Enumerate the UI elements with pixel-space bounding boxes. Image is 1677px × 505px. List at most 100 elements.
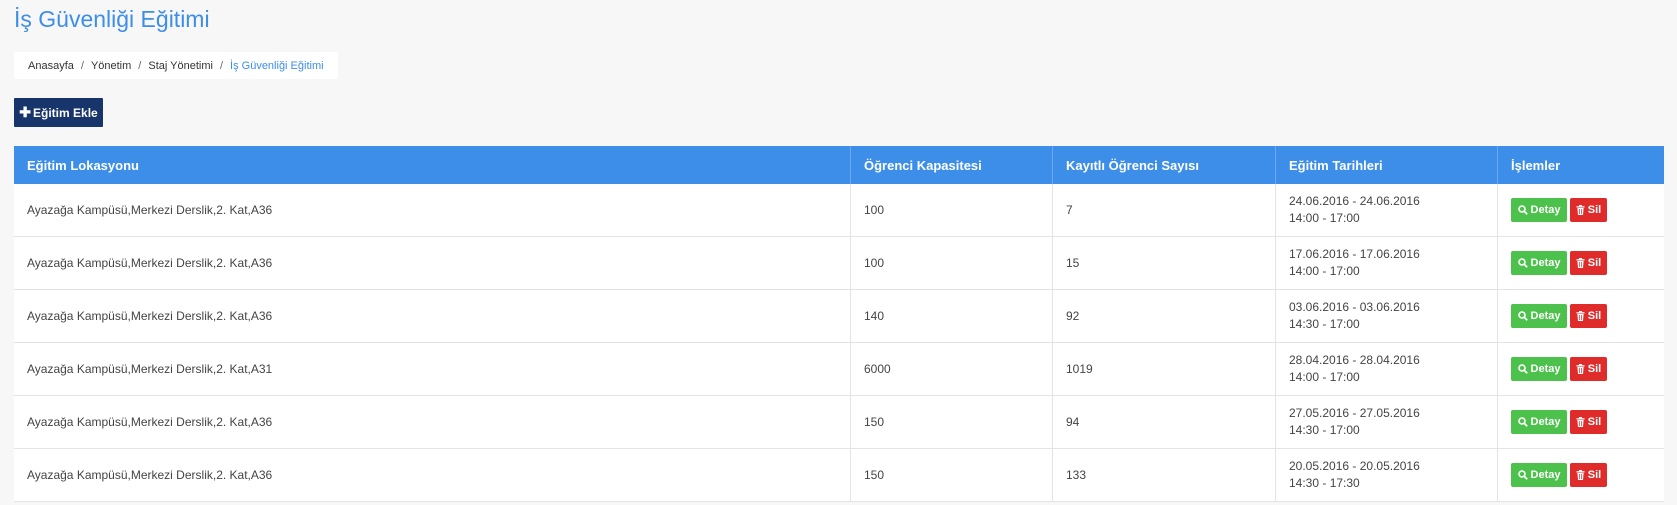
cell-capacity: 140 bbox=[850, 289, 1053, 343]
detail-label: Detay bbox=[1530, 204, 1561, 216]
header-location: Eğitim Lokasyonu bbox=[14, 146, 851, 184]
time-range: 14:00 - 17:00 bbox=[1289, 211, 1360, 225]
trash-icon bbox=[1576, 470, 1585, 480]
trash-icon bbox=[1576, 417, 1585, 427]
date-range: 17.06.2016 - 17.06.2016 bbox=[1289, 247, 1420, 261]
detail-label: Detay bbox=[1530, 416, 1561, 428]
time-range: 14:00 - 17:00 bbox=[1289, 264, 1360, 278]
date-range: 28.04.2016 - 28.04.2016 bbox=[1289, 353, 1420, 367]
trash-icon bbox=[1576, 311, 1585, 321]
detail-label: Detay bbox=[1530, 363, 1561, 375]
delete-button[interactable]: Sil bbox=[1570, 463, 1607, 487]
date-range: 03.06.2016 - 03.06.2016 bbox=[1289, 300, 1420, 314]
cell-registered: 1019 bbox=[1052, 342, 1276, 396]
add-training-label: Eğitim Ekle bbox=[33, 105, 98, 120]
cell-location: Ayazağa Kampüsü,Merkezi Derslik,2. Kat,A… bbox=[14, 236, 851, 290]
cell-capacity: 150 bbox=[850, 448, 1053, 502]
cell-dates: 27.05.2016 - 27.05.2016 14:30 - 17:00 bbox=[1275, 395, 1498, 449]
header-registered: Kayıtlı Öğrenci Sayısı bbox=[1052, 146, 1276, 184]
header-actions: İşlemler bbox=[1497, 146, 1664, 184]
breadcrumb-item-internship-management[interactable]: Staj Yönetimi bbox=[148, 60, 213, 72]
plus-icon: ✚ bbox=[19, 104, 32, 120]
delete-label: Sil bbox=[1587, 469, 1602, 481]
search-icon bbox=[1517, 311, 1528, 321]
cell-dates: 20.05.2016 - 20.05.2016 14:30 - 17:30 bbox=[1275, 448, 1498, 502]
detail-label: Detay bbox=[1530, 257, 1561, 269]
delete-button[interactable]: Sil bbox=[1570, 304, 1607, 328]
cell-actions: Detay Sil bbox=[1497, 395, 1664, 449]
breadcrumb-separator: / bbox=[219, 59, 224, 72]
detail-label: Detay bbox=[1530, 469, 1561, 481]
date-range: 24.06.2016 - 24.06.2016 bbox=[1289, 194, 1420, 208]
table-row: Ayazağa Kampüsü,Merkezi Derslik,2. Kat,A… bbox=[14, 184, 1664, 237]
search-icon bbox=[1517, 205, 1528, 215]
breadcrumb-separator: / bbox=[80, 59, 84, 72]
delete-label: Sil bbox=[1587, 310, 1602, 322]
cell-registered: 15 bbox=[1052, 236, 1276, 290]
cell-actions: Detay Sil bbox=[1497, 184, 1664, 237]
table-row: Ayazağa Kampüsü,Merkezi Derslik,2. Kat,A… bbox=[14, 448, 1664, 502]
cell-registered: 92 bbox=[1052, 289, 1276, 343]
table-row: Ayazağa Kampüsü,Merkezi Derslik,2. Kat,A… bbox=[14, 342, 1664, 396]
cell-actions: Detay Sil bbox=[1497, 448, 1664, 502]
search-icon bbox=[1517, 364, 1528, 374]
delete-button[interactable]: Sil bbox=[1570, 251, 1607, 275]
detail-button[interactable]: Detay bbox=[1511, 463, 1567, 487]
cell-capacity: 100 bbox=[850, 236, 1053, 290]
cell-location: Ayazağa Kampüsü,Merkezi Derslik,2. Kat,A… bbox=[14, 184, 851, 237]
detail-button[interactable]: Detay bbox=[1511, 251, 1567, 275]
detail-button[interactable]: Detay bbox=[1511, 198, 1567, 222]
detail-button[interactable]: Detay bbox=[1511, 304, 1567, 328]
training-table: Eğitim Lokasyonu Öğrenci Kapasitesi Kayı… bbox=[14, 146, 1664, 502]
table-row: Ayazağa Kampüsü,Merkezi Derslik,2. Kat,A… bbox=[14, 395, 1664, 449]
header-capacity: Öğrenci Kapasitesi bbox=[850, 146, 1053, 184]
cell-location: Ayazağa Kampüsü,Merkezi Derslik,2. Kat,A… bbox=[14, 395, 851, 449]
breadcrumb: Anasayfa / Yönetim / Staj Yönetimi / İş … bbox=[14, 52, 338, 79]
cell-actions: Detay Sil bbox=[1497, 289, 1664, 343]
delete-label: Sil bbox=[1587, 363, 1602, 375]
cell-dates: 28.04.2016 - 28.04.2016 14:00 - 17:00 bbox=[1275, 342, 1498, 396]
cell-registered: 7 bbox=[1052, 184, 1276, 237]
page-title: İş Güvenliği Eğitimi bbox=[14, 6, 210, 32]
time-range: 14:30 - 17:30 bbox=[1289, 476, 1360, 490]
table-header-row: Eğitim Lokasyonu Öğrenci Kapasitesi Kayı… bbox=[14, 146, 1664, 184]
cell-dates: 17.06.2016 - 17.06.2016 14:00 - 17:00 bbox=[1275, 236, 1498, 290]
table-row: Ayazağa Kampüsü,Merkezi Derslik,2. Kat,A… bbox=[14, 236, 1664, 290]
trash-icon bbox=[1576, 205, 1585, 215]
cell-registered: 94 bbox=[1052, 395, 1276, 449]
search-icon bbox=[1517, 470, 1528, 480]
time-range: 14:30 - 17:00 bbox=[1289, 317, 1360, 331]
breadcrumb-item-current: İş Güvenliği Eğitimi bbox=[230, 59, 324, 72]
add-training-button[interactable]: ✚ Eğitim Ekle bbox=[14, 98, 103, 127]
detail-label: Detay bbox=[1530, 310, 1561, 322]
search-icon bbox=[1517, 258, 1528, 268]
delete-button[interactable]: Sil bbox=[1570, 410, 1607, 434]
cell-actions: Detay Sil bbox=[1497, 236, 1664, 290]
header-dates: Eğitim Tarihleri bbox=[1275, 146, 1498, 184]
cell-capacity: 150 bbox=[850, 395, 1053, 449]
detail-button[interactable]: Detay bbox=[1511, 410, 1567, 434]
cell-dates: 24.06.2016 - 24.06.2016 14:00 - 17:00 bbox=[1275, 184, 1498, 237]
delete-label: Sil bbox=[1587, 204, 1602, 216]
detail-button[interactable]: Detay bbox=[1511, 357, 1567, 381]
breadcrumb-item-management[interactable]: Yönetim bbox=[91, 60, 131, 72]
breadcrumb-item-home[interactable]: Anasayfa bbox=[28, 60, 74, 72]
cell-capacity: 6000 bbox=[850, 342, 1053, 396]
cell-registered: 133 bbox=[1052, 448, 1276, 502]
time-range: 14:00 - 17:00 bbox=[1289, 370, 1360, 384]
delete-button[interactable]: Sil bbox=[1570, 198, 1607, 222]
cell-location: Ayazağa Kampüsü,Merkezi Derslik,2. Kat,A… bbox=[14, 342, 851, 396]
time-range: 14:30 - 17:00 bbox=[1289, 423, 1360, 437]
delete-button[interactable]: Sil bbox=[1570, 357, 1607, 381]
table-row: Ayazağa Kampüsü,Merkezi Derslik,2. Kat,A… bbox=[14, 289, 1664, 343]
search-icon bbox=[1517, 417, 1528, 427]
trash-icon bbox=[1576, 258, 1585, 268]
cell-capacity: 100 bbox=[850, 184, 1053, 237]
trash-icon bbox=[1576, 364, 1585, 374]
delete-label: Sil bbox=[1587, 257, 1602, 269]
cell-actions: Detay Sil bbox=[1497, 342, 1664, 396]
date-range: 20.05.2016 - 20.05.2016 bbox=[1289, 459, 1420, 473]
cell-dates: 03.06.2016 - 03.06.2016 14:30 - 17:00 bbox=[1275, 289, 1498, 343]
cell-location: Ayazağa Kampüsü,Merkezi Derslik,2. Kat,A… bbox=[14, 448, 851, 502]
date-range: 27.05.2016 - 27.05.2016 bbox=[1289, 406, 1420, 420]
